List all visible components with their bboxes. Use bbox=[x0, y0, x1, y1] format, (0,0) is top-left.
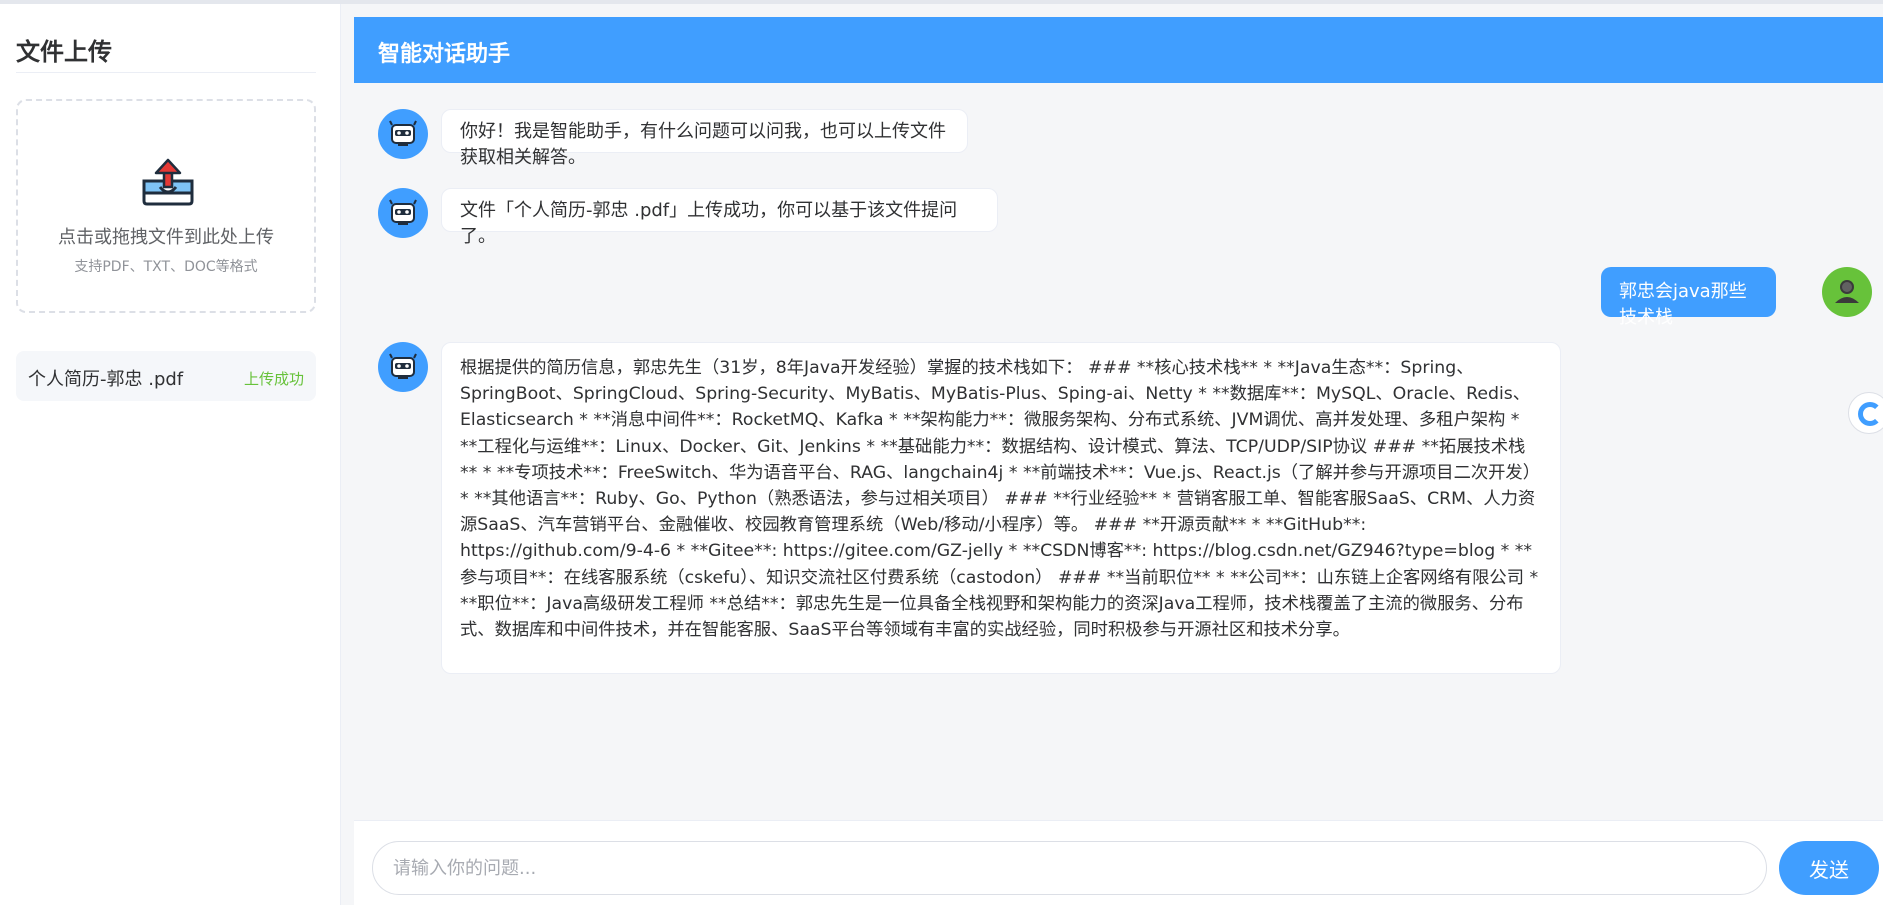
assistant-message: 你好！我是智能助手，有什么问题可以问我，也可以上传文件获取相关解答。 bbox=[441, 109, 968, 168]
robot-icon bbox=[389, 353, 417, 379]
robot-icon bbox=[389, 120, 417, 146]
upload-hint: 点击或拖拽文件到此处上传 bbox=[58, 227, 274, 248]
user-avatar bbox=[1822, 267, 1872, 317]
upload-tray-icon bbox=[142, 158, 194, 206]
message-input[interactable] bbox=[372, 841, 1767, 895]
file-name: 个人简历-郭忠 .pdf bbox=[28, 369, 184, 390]
assistant-avatar bbox=[378, 188, 428, 238]
assistant-message: 根据提供的简历信息，郭忠先生（31岁，8年Java开发经验）掌握的技术栈如下： … bbox=[441, 342, 1561, 674]
chat-title: 智能对话助手 bbox=[378, 42, 511, 67]
assistant-avatar bbox=[378, 342, 428, 392]
sidebar-title: 文件上传 bbox=[16, 38, 112, 66]
file-status-badge: 上传成功 bbox=[243, 370, 304, 388]
file-list-item[interactable]: 个人简历-郭忠 .pdf 上传成功 bbox=[16, 351, 316, 401]
robot-icon bbox=[389, 199, 417, 225]
user-message: 郭忠会java那些技术栈 bbox=[1601, 267, 1776, 328]
chat-input-bar: 发送 bbox=[354, 820, 1883, 905]
upload-dropzone[interactable]: 点击或拖拽文件到此处上传 支持PDF、TXT、DOC等格式 bbox=[16, 99, 316, 313]
chat-header: 智能对话助手 bbox=[354, 17, 1883, 83]
sidebar-divider bbox=[16, 72, 316, 73]
user-icon bbox=[1835, 280, 1859, 303]
assistant-avatar bbox=[378, 109, 428, 159]
send-button[interactable]: 发送 bbox=[1779, 841, 1879, 895]
floating-assistant-icon[interactable] bbox=[1848, 392, 1883, 434]
assistant-message: 文件「个人简历-郭忠 .pdf」上传成功，你可以基于该文件提问了。 bbox=[441, 188, 998, 247]
upload-format-hint: 支持PDF、TXT、DOC等格式 bbox=[74, 259, 258, 275]
chat-panel: 智能对话助手 你好！我是智能助手，有什么问题可以问我，也可以上传文件获取相关解答… bbox=[354, 17, 1883, 905]
upload-sidebar: 文件上传 点击或拖拽文件到此处上传 支持PDF、TXT、DOC等格式 个人简历-… bbox=[0, 4, 341, 905]
